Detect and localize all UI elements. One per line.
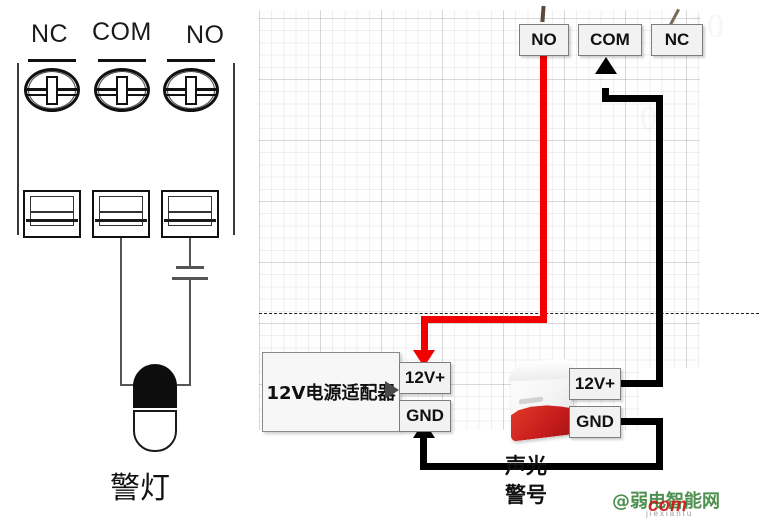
beacon-label: 警灯 [110,471,170,506]
wire-no-red-down [421,316,428,354]
siren-label-line2: 警号 [505,483,547,507]
adapter-terminal-12v[interactable]: 12V+ [399,362,451,394]
ghost-artifact-2: 0 [640,100,657,138]
adapter-terminal-gnd[interactable]: GND [399,400,451,432]
relay-terminal-block-panel: NC COM NO 警灯 [0,0,256,522]
wire-to-siren-12v [621,380,663,387]
adapter-terminal-12v-label: 12V+ [404,368,446,387]
siren-terminal-gnd-label: GND [576,412,614,431]
screw-terminal-no [163,59,219,112]
housing-rail-left [17,63,19,235]
siren-label-line1: 声光 [505,454,547,478]
adapter-terminal-gnd-label: GND [406,406,444,425]
wire-com-to-beacon-vert [120,238,122,386]
power-adapter-box[interactable]: 12V电源适配器 [262,352,400,432]
node-no-label: NO [531,30,557,49]
terminal-label-no: NO [186,21,225,49]
wire-no-upper [189,238,191,268]
wire-no-red-horiz [421,316,547,323]
arrow-adapter-output [385,381,399,399]
node-nc[interactable]: NC [651,24,703,56]
siren-terminal-12v-label: 12V+ [574,374,616,393]
guide-dashed-line [259,313,759,314]
node-com[interactable]: COM [578,24,642,56]
node-com-label: COM [590,30,630,49]
housing-rail-right [233,63,235,235]
cage-clamp-nc [23,190,81,238]
watermark-sub-text: jiexiantu [646,509,694,518]
screw-terminal-com [94,59,150,112]
site-watermark: @弱电智能网 com jiexiantu [612,487,772,518]
terminal-label-com: COM [92,18,152,46]
wire-right-rail-vert [656,95,663,387]
wire-com-horiz [602,95,663,102]
cage-clamp-no [161,190,219,238]
siren-terminal-12v[interactable]: 12V+ [569,368,621,400]
node-nc-label: NC [664,30,690,49]
cage-clamp-com [92,190,150,238]
screw-terminal-nc [24,59,80,112]
power-adapter-label: 12V电源适配器 [266,383,396,404]
wire-no-lower [189,279,191,386]
wire-gnd-up-to-adapter [420,436,427,470]
beacon-lamp-icon [133,364,177,454]
capacitor-plate-top [176,266,204,269]
arrow-into-com [595,57,617,74]
terminal-label-nc: NC [31,20,69,48]
node-no[interactable]: NO [519,24,569,56]
siren-terminal-gnd[interactable]: GND [569,406,621,438]
wiring-diagram-canvas: NC COM NO 警灯 NO COM NC 12V电源适配器 12V+ GND… [0,0,774,528]
wire-no-red-vert [540,55,547,323]
